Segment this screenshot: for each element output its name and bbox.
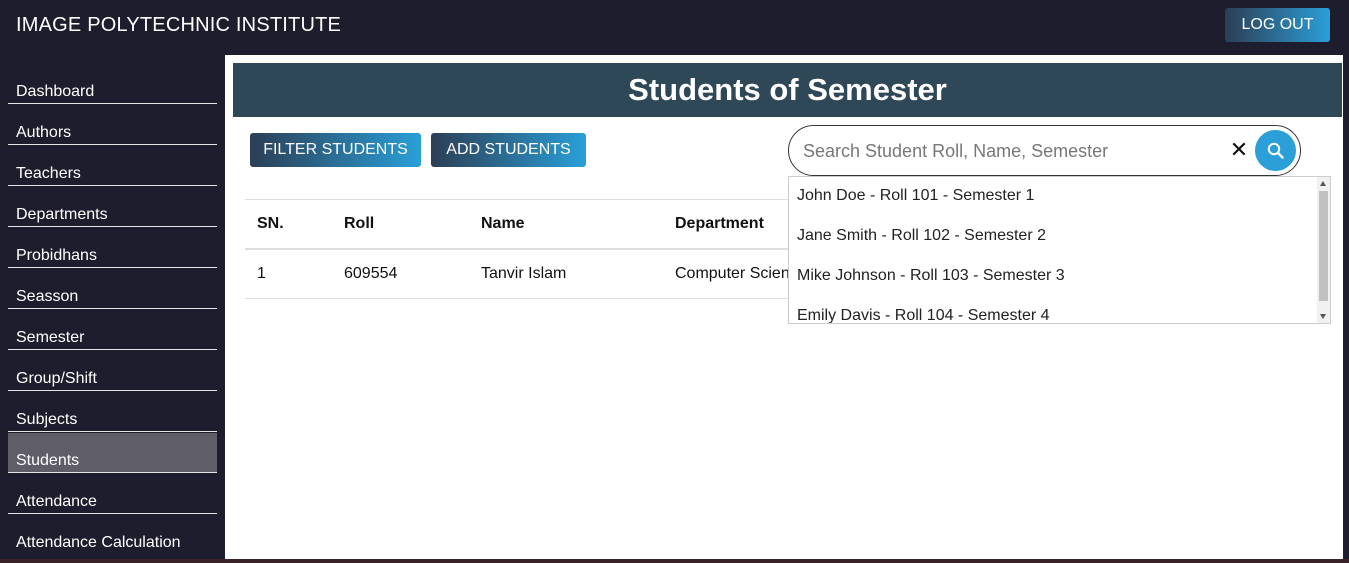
cell-department: Computer Scien bbox=[675, 265, 790, 282]
search-input[interactable] bbox=[803, 138, 1223, 164]
column-header-roll: Roll bbox=[344, 215, 375, 232]
sidebar-item-group-shift[interactable]: Group/Shift bbox=[8, 351, 217, 391]
suggestion-item[interactable]: Mike Johnson - Roll 103 - Semester 3 bbox=[797, 267, 1065, 285]
cell-name: Tanvir Islam bbox=[481, 265, 567, 282]
sidebar: Dashboard Authors Teachers Departments P… bbox=[0, 55, 225, 563]
sidebar-item-attendance-calculation[interactable]: Attendance Calculation bbox=[8, 515, 217, 555]
scrollbar-thumb[interactable] bbox=[1319, 191, 1328, 301]
sidebar-item-departments[interactable]: Departments bbox=[8, 187, 217, 227]
sidebar-item-probidhans[interactable]: Probidhans bbox=[8, 228, 217, 268]
sidebar-item-authors[interactable]: Authors bbox=[8, 105, 217, 145]
bottom-strip bbox=[0, 559, 1349, 563]
filter-students-button[interactable]: FILTER STUDENTS bbox=[250, 133, 421, 167]
dropdown-scrollbar[interactable] bbox=[1317, 177, 1330, 323]
search-suggestions-dropdown: John Doe - Roll 101 - Semester 1 Jane Sm… bbox=[788, 176, 1331, 324]
page-title: Students of Semester bbox=[233, 63, 1342, 117]
scroll-up-arrow-icon[interactable] bbox=[1320, 181, 1326, 186]
sidebar-item-teachers[interactable]: Teachers bbox=[8, 146, 217, 186]
column-header-name: Name bbox=[481, 215, 525, 232]
sidebar-item-semester[interactable]: Semester bbox=[8, 310, 217, 350]
sidebar-item-attendance[interactable]: Attendance bbox=[8, 474, 217, 514]
scroll-down-arrow-icon[interactable] bbox=[1320, 314, 1326, 319]
logout-button[interactable]: LOG OUT bbox=[1225, 8, 1330, 42]
search-box: ✕ bbox=[788, 125, 1301, 176]
sidebar-item-dashboard[interactable]: Dashboard bbox=[8, 64, 217, 104]
top-bar: IMAGE POLYTECHNIC INSTITUTE LOG OUT bbox=[0, 0, 1349, 55]
suggestion-item[interactable]: Emily Davis - Roll 104 - Semester 4 bbox=[797, 307, 1050, 323]
search-icon bbox=[1267, 142, 1284, 159]
cell-roll: 609554 bbox=[344, 265, 398, 282]
column-header-sn: SN. bbox=[257, 215, 284, 232]
suggestion-item[interactable]: Jane Smith - Roll 102 - Semester 2 bbox=[797, 227, 1046, 245]
app-title: IMAGE POLYTECHNIC INSTITUTE bbox=[16, 14, 342, 36]
sidebar-item-seasson[interactable]: Seasson bbox=[8, 269, 217, 309]
sidebar-item-subjects[interactable]: Subjects bbox=[8, 392, 217, 432]
close-icon[interactable]: ✕ bbox=[1229, 137, 1249, 163]
add-students-button[interactable]: ADD STUDENTS bbox=[431, 133, 586, 167]
sidebar-item-students[interactable]: Students bbox=[8, 433, 217, 473]
search-button[interactable] bbox=[1255, 130, 1296, 171]
column-header-department: Department bbox=[675, 215, 764, 232]
main-content: Students of Semester FILTER STUDENTS ADD… bbox=[225, 55, 1343, 559]
cell-sn: 1 bbox=[257, 265, 266, 282]
suggestion-item[interactable]: John Doe - Roll 101 - Semester 1 bbox=[797, 187, 1034, 205]
